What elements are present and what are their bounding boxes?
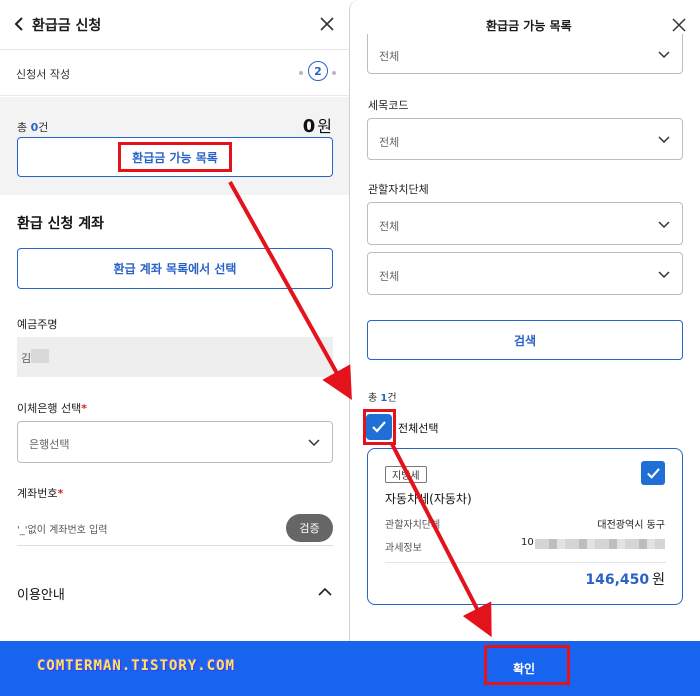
tax-type-badge: 지방세: [385, 466, 427, 483]
item-checkbox[interactable]: [641, 461, 665, 485]
total-amount: 0원: [302, 116, 332, 137]
checkmark-icon: [646, 467, 660, 479]
refund-application-panel: 환급금 신청 신청서 작성 2 총 0건 0원 환급금 가능 목록 환급 신청 …: [0, 0, 349, 696]
highlight-refund-list-button: [118, 142, 232, 172]
redacted-name: [31, 349, 49, 363]
tax-info-row-label: 과세정보: [385, 543, 422, 554]
local-gov-value-1: 전체: [379, 220, 400, 233]
result-count: 총 1건: [368, 393, 397, 404]
close-icon[interactable]: [672, 18, 686, 32]
step-dot: [332, 71, 336, 75]
step-indicator-bar: 신청서 작성 2: [0, 51, 349, 96]
bank-select-value: 은행선택: [29, 438, 70, 451]
usage-info-toggle[interactable]: 이용안내: [17, 584, 65, 603]
search-button[interactable]: 검색: [367, 320, 683, 360]
account-number-label: 계좌번호*: [17, 487, 64, 500]
close-icon[interactable]: [318, 15, 336, 33]
redacted-tax-info: [535, 539, 665, 549]
refund-item-card[interactable]: 지방세 자동차세(자동차) 관할자치단체 대전광역시 동구 과세정보 10 14…: [367, 448, 683, 605]
local-gov-row-label: 관할자치단체: [385, 520, 441, 531]
chevron-down-icon: [308, 439, 320, 447]
tax-code-label: 세목코드: [368, 99, 409, 112]
watermark: COMTERMAN.TISTORY.COM: [37, 658, 236, 674]
local-gov-value-2: 전체: [379, 270, 400, 283]
account-number-input[interactable]: '_'없이 계좌번호 입력: [17, 521, 107, 536]
chevron-down-icon: [658, 271, 670, 279]
divider: [17, 545, 333, 546]
highlight-select-all: [363, 409, 396, 445]
select-all-label[interactable]: 전체선택: [398, 420, 438, 436]
step-dot: [299, 71, 303, 75]
select-account-button[interactable]: 환급 계좌 목록에서 선택: [17, 248, 333, 289]
tax-code-value: 전체: [379, 136, 400, 149]
tax-info-row-value: 10: [521, 537, 534, 548]
left-header: 환급금 신청: [0, 0, 349, 50]
total-count: 총 0건: [17, 121, 49, 134]
page-title: 환급금 신청: [32, 18, 102, 34]
top-filter-select[interactable]: 전체: [367, 34, 683, 74]
highlight-confirm-button: [484, 645, 570, 685]
chevron-down-icon: [658, 136, 670, 144]
local-gov-row-value: 대전광역시 동구: [597, 520, 665, 531]
card-divider: [385, 562, 666, 563]
local-gov-select-1[interactable]: 전체: [367, 202, 683, 245]
local-gov-select-2[interactable]: 전체: [367, 252, 683, 295]
refund-amount: 146,450 원: [585, 572, 665, 588]
account-section-title: 환급 신청 계좌: [17, 216, 105, 232]
depositor-label: 예금주명: [17, 318, 58, 331]
refund-list-modal: 환급금 가능 목록 전체 세목코드 전체 관할자치단체 전체 전체 검색 총 1…: [349, 0, 700, 641]
chevron-up-icon[interactable]: [318, 587, 332, 596]
bank-select[interactable]: 은행선택: [17, 421, 333, 463]
depositor-field: 김: [17, 337, 333, 377]
local-gov-label: 관할자치단체: [368, 183, 429, 196]
modal-title: 환급금 가능 목록: [486, 19, 572, 33]
chevron-down-icon: [658, 51, 670, 59]
chevron-down-icon: [658, 221, 670, 229]
depositor-value: 김: [21, 352, 32, 365]
back-arrow-icon[interactable]: [10, 14, 30, 34]
top-filter-value: 전체: [379, 50, 400, 63]
bank-label: 이체은행 선택*: [17, 402, 87, 415]
verify-button[interactable]: 검증: [286, 514, 333, 542]
current-step-number: 2: [308, 61, 328, 81]
item-title: 자동차세(자동차): [385, 492, 472, 506]
step-label: 신청서 작성: [16, 68, 71, 81]
tax-code-select[interactable]: 전체: [367, 118, 683, 160]
